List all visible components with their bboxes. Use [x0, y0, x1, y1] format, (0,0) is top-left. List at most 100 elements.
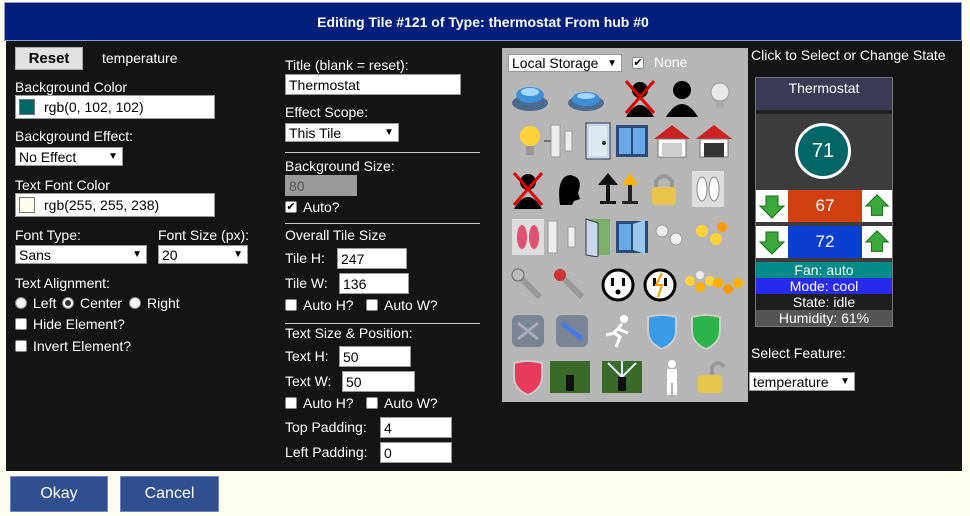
shield-green-icon[interactable] [684, 310, 728, 352]
sprinkler-on-icon[interactable] [600, 356, 644, 398]
font-size-value: 20 [162, 247, 178, 263]
lock-open-icon[interactable] [688, 356, 732, 398]
shield-red-icon[interactable] [506, 356, 550, 398]
divider [285, 152, 480, 153]
bg-size-auto-checkbox[interactable]: ✔ [285, 201, 297, 213]
mode-status[interactable]: Mode: cool [756, 278, 892, 294]
text-auto-w-checkbox[interactable] [366, 397, 378, 409]
outlet-on-icon[interactable] [638, 264, 682, 306]
fan-status[interactable]: Fan: auto [756, 262, 892, 278]
tile-auto-h-label: Auto H? [303, 297, 354, 313]
blue-button-icon[interactable] [508, 76, 552, 118]
temperature-reading[interactable]: 71 [795, 123, 851, 179]
humidity-status: Humidity: 61% [756, 310, 892, 326]
person-away-silhouette-icon[interactable] [506, 168, 550, 210]
text-auto-h-label: Auto H? [303, 395, 354, 411]
running-person-icon[interactable] [596, 310, 640, 352]
title-input[interactable]: Thermostat [285, 74, 461, 95]
align-left-radio[interactable] [15, 297, 27, 309]
bg-size-label: Background Size: [285, 158, 395, 174]
shield-blue-icon[interactable] [640, 310, 684, 352]
bulbs-on-icon[interactable] [688, 216, 732, 258]
top-padding-input[interactable]: 4 [380, 417, 452, 438]
bg-effect-value: No Effect [19, 149, 77, 165]
preview-heading: Click to Select or Change State [751, 47, 946, 63]
person-away-icon[interactable] [618, 76, 662, 118]
editor-panel: Reset temperature Background Color rgb(0… [6, 41, 962, 471]
motion-inactive-icon[interactable] [506, 310, 550, 352]
dropdown-arrow-icon: ▼ [607, 58, 617, 69]
hide-element-checkbox[interactable] [15, 318, 27, 330]
okay-button[interactable]: Okay [10, 476, 108, 512]
text-color-swatch[interactable] [19, 197, 35, 213]
font-type-label: Font Type: [15, 227, 81, 243]
bg-color-input[interactable]: rgb(0, 102, 102) [15, 95, 215, 119]
text-size-position-label: Text Size & Position: [285, 325, 413, 341]
divider [285, 223, 480, 224]
blue-button-pressed-icon[interactable] [564, 76, 608, 118]
window-closed-icon[interactable] [610, 120, 654, 162]
tile-auto-w-checkbox[interactable] [366, 299, 378, 311]
text-h-input[interactable]: 50 [339, 346, 411, 367]
arrow-up-icon [864, 194, 890, 216]
align-right-radio[interactable] [129, 297, 141, 309]
none-checkbox[interactable]: ✔ [632, 57, 644, 69]
state-status: State: idle [756, 294, 892, 310]
bg-effect-select[interactable]: No Effect ▼ [15, 147, 123, 166]
text-color-label: Text Font Color [15, 177, 110, 193]
font-type-select[interactable]: Sans ▼ [15, 245, 147, 264]
text-color-input[interactable]: rgb(255, 255, 238) [15, 193, 215, 217]
invert-element-checkbox[interactable] [15, 340, 27, 352]
bulbs-off-icon[interactable] [648, 216, 692, 258]
text-auto-h-checkbox[interactable] [285, 397, 297, 409]
cancel-button[interactable]: Cancel [120, 476, 219, 512]
invert-element-label: Invert Element? [33, 338, 132, 354]
effect-scope-select[interactable]: This Tile ▼ [285, 123, 399, 142]
effect-scope-value: This Tile [289, 125, 342, 141]
icon-source-select[interactable]: Local Storage ▼ [508, 54, 622, 72]
motion-partial-icon[interactable] [550, 310, 594, 352]
heat-up-button[interactable] [862, 190, 892, 222]
heat-down-button[interactable] [756, 190, 788, 222]
footprints-icon[interactable] [686, 168, 730, 210]
head-silhouette-icon[interactable] [546, 168, 590, 210]
title-label: Title (blank = reset): [285, 57, 409, 73]
garage-open-icon[interactable] [692, 120, 736, 162]
select-feature-select[interactable]: temperature ▼ [749, 372, 855, 391]
overall-size-label: Overall Tile Size [285, 227, 387, 243]
cool-up-button[interactable] [862, 226, 892, 258]
valve-closed-icon[interactable] [506, 264, 550, 306]
select-feature-value: temperature [753, 374, 829, 390]
valve-open-icon[interactable] [548, 264, 592, 306]
heat-setpoint: 67 [788, 190, 862, 222]
text-w-input[interactable]: 50 [342, 371, 415, 392]
effect-scope-label: Effect Scope: [285, 104, 369, 120]
lock-closed-icon[interactable] [642, 168, 686, 210]
text-h-label: Text H: [285, 348, 329, 364]
cool-down-button[interactable] [756, 226, 788, 258]
outlet-off-icon[interactable] [596, 264, 640, 306]
left-padding-label: Left Padding: [285, 444, 368, 460]
hide-element-label: Hide Element? [33, 316, 125, 332]
text-auto-w-label: Auto W? [384, 395, 438, 411]
align-center-radio[interactable] [62, 297, 74, 309]
text-align-label: Text Alignment: [15, 275, 110, 291]
font-size-select[interactable]: 20 ▼ [158, 245, 248, 264]
left-padding-input[interactable]: 0 [380, 442, 452, 463]
bg-color-value: rgb(0, 102, 102) [44, 99, 144, 115]
tile-auto-h-checkbox[interactable] [285, 299, 297, 311]
reset-button[interactable]: Reset [15, 47, 83, 70]
chandelier-on-icon[interactable] [706, 264, 750, 306]
bg-size-input: 80 [285, 175, 357, 196]
font-size-label: Font Size (px): [158, 227, 250, 243]
font-type-value: Sans [19, 247, 51, 263]
garage-closed-icon[interactable] [650, 120, 694, 162]
tile-w-input[interactable]: 136 [339, 273, 409, 294]
tile-h-input[interactable]: 247 [337, 248, 407, 269]
sprinkler-off-icon[interactable] [548, 356, 592, 398]
bulb-off-icon[interactable] [698, 76, 742, 118]
divider [285, 323, 480, 324]
bg-color-swatch[interactable] [19, 99, 35, 115]
thermostat-tile-preview[interactable]: Thermostat 71 67 72 Fan: auto Mode: cool… [755, 77, 893, 327]
text-w-label: Text W: [285, 373, 332, 389]
